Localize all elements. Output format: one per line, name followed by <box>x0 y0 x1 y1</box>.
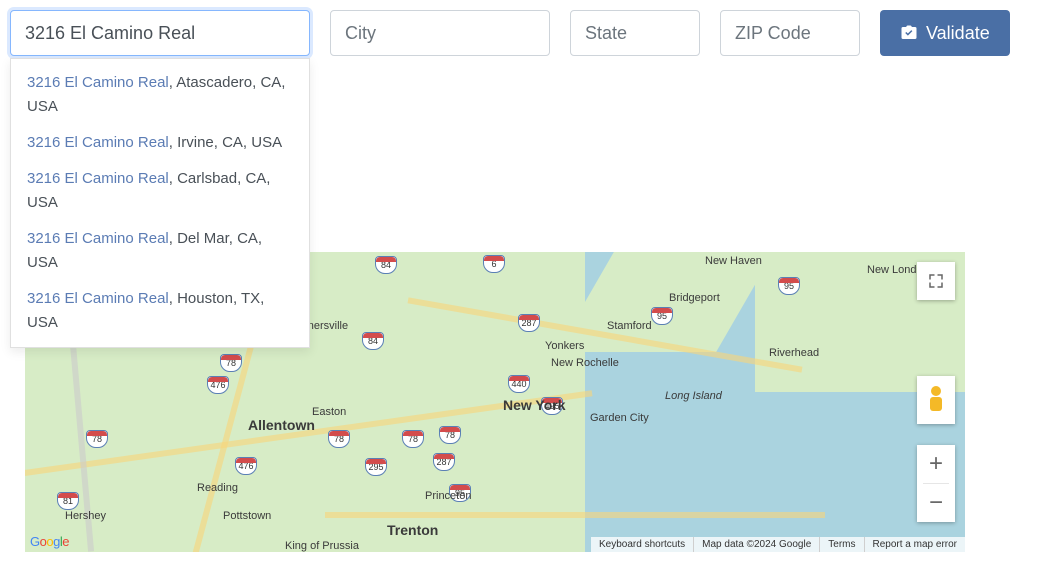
pegman-button[interactable] <box>917 376 955 424</box>
state-input[interactable] <box>570 10 700 56</box>
city-label: Garden City <box>590 412 649 424</box>
route-shield: 81 <box>57 492 79 510</box>
city-label: Long Island <box>665 390 722 402</box>
zoom-out-button[interactable]: − <box>917 484 955 522</box>
route-shield: 287 <box>518 314 540 332</box>
zoom-controls: + − <box>917 445 955 522</box>
google-logo: Google <box>30 534 69 549</box>
pegman-icon <box>929 386 943 414</box>
route-shield: 84 <box>362 332 384 350</box>
address-field-wrap: 3216 El Camino Real, Atascadero, CA, USA… <box>10 10 310 56</box>
route-shield: 6 <box>483 255 505 273</box>
route-shield: 95 <box>651 307 673 325</box>
city-label: Easton <box>312 406 346 418</box>
city-label: Riverhead <box>769 347 819 359</box>
city-label: Trenton <box>387 522 438 538</box>
autocomplete-item[interactable]: 3216 El Camino Real, Houston, TX, USA <box>11 281 309 341</box>
route-shield: 95 <box>778 277 800 295</box>
autocomplete-match: 3216 El Camino Real <box>27 290 169 307</box>
city-label: Princeton <box>425 490 471 502</box>
city-label: King of Prussia <box>285 540 359 552</box>
keyboard-shortcuts-link[interactable]: Keyboard shortcuts <box>591 537 694 552</box>
map-data-text: Map data ©2024 Google <box>694 537 820 552</box>
city-label: Reading <box>197 482 238 494</box>
city-label: New Rochelle <box>551 357 619 369</box>
autocomplete-match: 3216 El Camino Real <box>27 74 169 91</box>
address-form-row: 3216 El Camino Real, Atascadero, CA, USA… <box>10 10 1049 56</box>
autocomplete-rest: , Irvine, CA, USA <box>169 134 282 151</box>
validate-label: Validate <box>926 23 990 44</box>
route-shield: 476 <box>207 376 229 394</box>
route-shield: 287 <box>433 453 455 471</box>
autocomplete-item[interactable]: 3216 El Camino Real, Del Mar, CA, USA <box>11 221 309 281</box>
autocomplete-item[interactable]: 3216 El Camino Real, Carlsbad, CA, USA <box>11 161 309 221</box>
city-label: Bridgeport <box>669 292 720 304</box>
autocomplete-match: 3216 El Camino Real <box>27 170 169 187</box>
autocomplete-item[interactable]: 3216 El Camino Real, Atascadero, CA, USA <box>11 65 309 125</box>
autocomplete-match: 3216 El Camino Real <box>27 134 169 151</box>
route-shield: 295 <box>365 458 387 476</box>
autocomplete-match: 3216 El Camino Real <box>27 230 169 247</box>
zoom-in-button[interactable]: + <box>917 445 955 483</box>
validate-button[interactable]: Validate <box>880 10 1010 56</box>
city-label: Hershey <box>65 510 106 522</box>
city-label: New Haven <box>705 255 762 267</box>
map-road <box>325 512 825 518</box>
zip-input[interactable] <box>720 10 860 56</box>
terms-link[interactable]: Terms <box>820 537 864 552</box>
route-shield: 78 <box>86 430 108 448</box>
route-shield: 78 <box>220 354 242 372</box>
route-shield: 476 <box>235 457 257 475</box>
route-shield: 78 <box>402 430 424 448</box>
city-label: Allentown <box>248 417 315 433</box>
map-attribution: Keyboard shortcuts Map data ©2024 Google… <box>591 537 965 552</box>
address-input[interactable] <box>10 10 310 56</box>
map-terrain <box>556 252 774 352</box>
autocomplete-item[interactable]: 3216 El Camino Real, Irvine, CA, USA <box>11 125 309 161</box>
fullscreen-icon <box>927 272 945 290</box>
city-label: New York <box>503 397 566 413</box>
route-shield: 440 <box>508 375 530 393</box>
check-icon <box>900 24 918 42</box>
route-shield: 84 <box>375 256 397 274</box>
autocomplete-dropdown: 3216 El Camino Real, Atascadero, CA, USA… <box>10 58 310 348</box>
city-label: Stamford <box>607 320 652 332</box>
fullscreen-button[interactable] <box>917 262 955 300</box>
city-label: Yonkers <box>545 340 584 352</box>
route-shield: 78 <box>328 430 350 448</box>
report-link[interactable]: Report a map error <box>865 537 965 552</box>
city-label: Pottstown <box>223 510 271 522</box>
route-shield: 78 <box>439 426 461 444</box>
city-input[interactable] <box>330 10 550 56</box>
